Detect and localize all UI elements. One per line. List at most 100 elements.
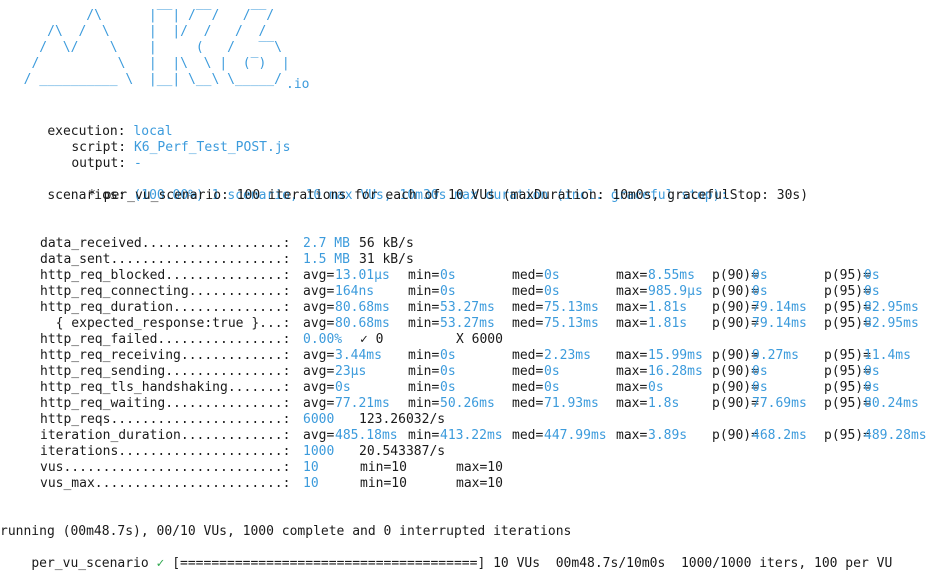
metric-stat-value: 0s <box>440 268 456 283</box>
metric-rate: 123.26032/s <box>359 412 446 427</box>
metric-value: 1.5 MB <box>303 252 350 267</box>
metric-stat-value: 0s <box>440 348 456 363</box>
metric-stat-value: 0s <box>544 268 560 283</box>
metric-stat-value: 1.81s <box>648 316 688 331</box>
check-icon: ✓ <box>156 556 165 571</box>
vus-min: min=10 <box>360 460 407 475</box>
metric-row: data_sent......................: 1.5 MB 31… <box>0 252 947 268</box>
metric-name: http_reqs......................: <box>40 412 291 427</box>
metric-value: 2.7 MB <box>303 236 350 251</box>
metric-stat-value: 0s <box>752 380 768 395</box>
metric-stat-label: max= <box>616 348 648 363</box>
vus-max: max=10 <box>456 476 503 491</box>
metric-stat-value: 0s <box>544 284 560 299</box>
metric-stat-value: 3.44ms <box>335 348 382 363</box>
metric-stat-label: avg= <box>303 284 335 299</box>
metric-stat-value: 413.22ms <box>440 428 503 443</box>
metric-stat-value: 0s <box>864 268 880 283</box>
metric-stat-label: med= <box>512 316 544 331</box>
metric-stat-label: min= <box>408 428 440 443</box>
metric-stat-label: min= <box>408 268 440 283</box>
metric-stat-value: 79.14ms <box>752 300 807 315</box>
metric-stat-value: 50.26ms <box>440 396 495 411</box>
metric-stat-value: 8.55ms <box>648 268 695 283</box>
metric-stat-label: med= <box>512 268 544 283</box>
metric-stat-value: 164ns <box>335 284 375 299</box>
metric-stat-value: 80.68ms <box>335 300 390 315</box>
metric-stat-label: max= <box>616 316 648 331</box>
metric-stat-value: 0s <box>440 284 456 299</box>
metric-stat-value: 11.4ms <box>864 348 911 363</box>
metric-stat-value: 2.23ms <box>544 348 591 363</box>
metric-stat-label: med= <box>512 364 544 379</box>
metric-stat-label: med= <box>512 428 544 443</box>
metric-stat-value: 0s <box>864 284 880 299</box>
metric-name: vus............................: <box>40 460 291 475</box>
metric-stat-value: 53.27ms <box>440 300 495 315</box>
metric-stat-label: med= <box>512 380 544 395</box>
metric-stat-value: 77.21ms <box>335 396 390 411</box>
metric-stat-value: 489.28ms <box>864 428 927 443</box>
metric-stat-value: 0s <box>544 364 560 379</box>
metric-name: iterations.....................: <box>40 444 291 459</box>
metric-row: http_req_waiting...............: avg= 77.2… <box>0 396 947 412</box>
metric-rate: 31 kB/s <box>359 252 414 267</box>
metric-row: vus_max........................: 10 min=10… <box>0 476 947 492</box>
metric-row: vus............................: 10 min=10… <box>0 460 947 476</box>
metric-stat-value: 0s <box>752 268 768 283</box>
metric-stat-label: max= <box>616 428 648 443</box>
metric-row: data_received..................: 2.7 MB 56… <box>0 236 947 252</box>
metric-stat-value: 23µs <box>335 364 367 379</box>
metric-stat-value: 3.89s <box>648 428 688 443</box>
metric-stat-value: 0s <box>440 364 456 379</box>
metric-stat-label: min= <box>408 364 440 379</box>
metric-stat-label: avg= <box>303 380 335 395</box>
metric-row: http_req_receiving.............: avg= 3.44… <box>0 348 947 364</box>
metric-name: data_received..................: <box>40 236 291 251</box>
execution-line: execution: local <box>16 108 172 139</box>
scenario-progress-line: per_vu_scenario ✓ [=====================… <box>0 540 892 571</box>
metric-rate: 20.543387/s <box>359 444 446 459</box>
metric-stat-label: min= <box>408 284 440 299</box>
metric-name: http_req_tls_handshaking.......: <box>40 380 291 395</box>
metric-stat-value: 9.27ms <box>752 348 799 363</box>
failed-rate: 0.00% <box>303 332 343 347</box>
metric-stat-value: 1.81s <box>648 300 688 315</box>
metric-row: http_reqs......................: 6000 123.… <box>0 412 947 428</box>
metric-stat-label: avg= <box>303 316 335 331</box>
metric-name: http_req_sending...............: <box>40 364 291 379</box>
output-label: output: <box>71 156 127 171</box>
vus-value: 10 <box>303 460 319 475</box>
metric-stat-label: min= <box>408 316 440 331</box>
metric-stat-value: 0s <box>864 380 880 395</box>
metric-row: http_req_failed................: 0.00% ✓ 0… <box>0 332 947 348</box>
metric-stat-label: med= <box>512 300 544 315</box>
metric-stat-label: avg= <box>303 428 335 443</box>
metric-name: http_req_duration..............: <box>40 300 291 315</box>
metric-stat-label: avg= <box>303 364 335 379</box>
metric-stat-label: min= <box>408 396 440 411</box>
metric-row: iteration_duration.............: avg= 485.… <box>0 428 947 444</box>
metric-name: http_req_blocked...............: <box>40 268 291 283</box>
logo-line-5: / __________ \ |__| \__\ \_____/ <box>8 72 282 87</box>
metric-name: data_sent......................: <box>40 252 291 267</box>
metric-stat-value: 0s <box>752 284 768 299</box>
metric-stat-value: 1.8s <box>648 396 680 411</box>
metric-stat-value: 75.13ms <box>544 300 599 315</box>
metric-stat-value: 80.24ms <box>864 396 919 411</box>
metric-stat-label: min= <box>408 380 440 395</box>
metric-stat-value: 0s <box>440 380 456 395</box>
terminal-output: /\ |‾‾| /‾‾/ /‾‾/ /\ / \ | |/ / / / / \/… <box>0 0 947 571</box>
metric-stat-label: min= <box>408 300 440 315</box>
metric-stat-value: 0s <box>335 380 351 395</box>
metric-stat-value: 71.93ms <box>544 396 599 411</box>
logo-suffix: .io <box>286 77 310 92</box>
metric-stat-value: 77.69ms <box>752 396 807 411</box>
progress-bar: [======================================] <box>172 556 486 571</box>
metric-stat-value: 468.2ms <box>752 428 807 443</box>
metric-name: http_req_receiving.............: <box>40 348 291 363</box>
scenario-detail: * per_vu_scenario: 100 iterations for ea… <box>88 188 809 203</box>
logo-line-4: / \ | |\ \ | (‾) | <box>8 56 290 71</box>
vus-max: max=10 <box>456 460 503 475</box>
metric-stat-label: max= <box>616 380 648 395</box>
